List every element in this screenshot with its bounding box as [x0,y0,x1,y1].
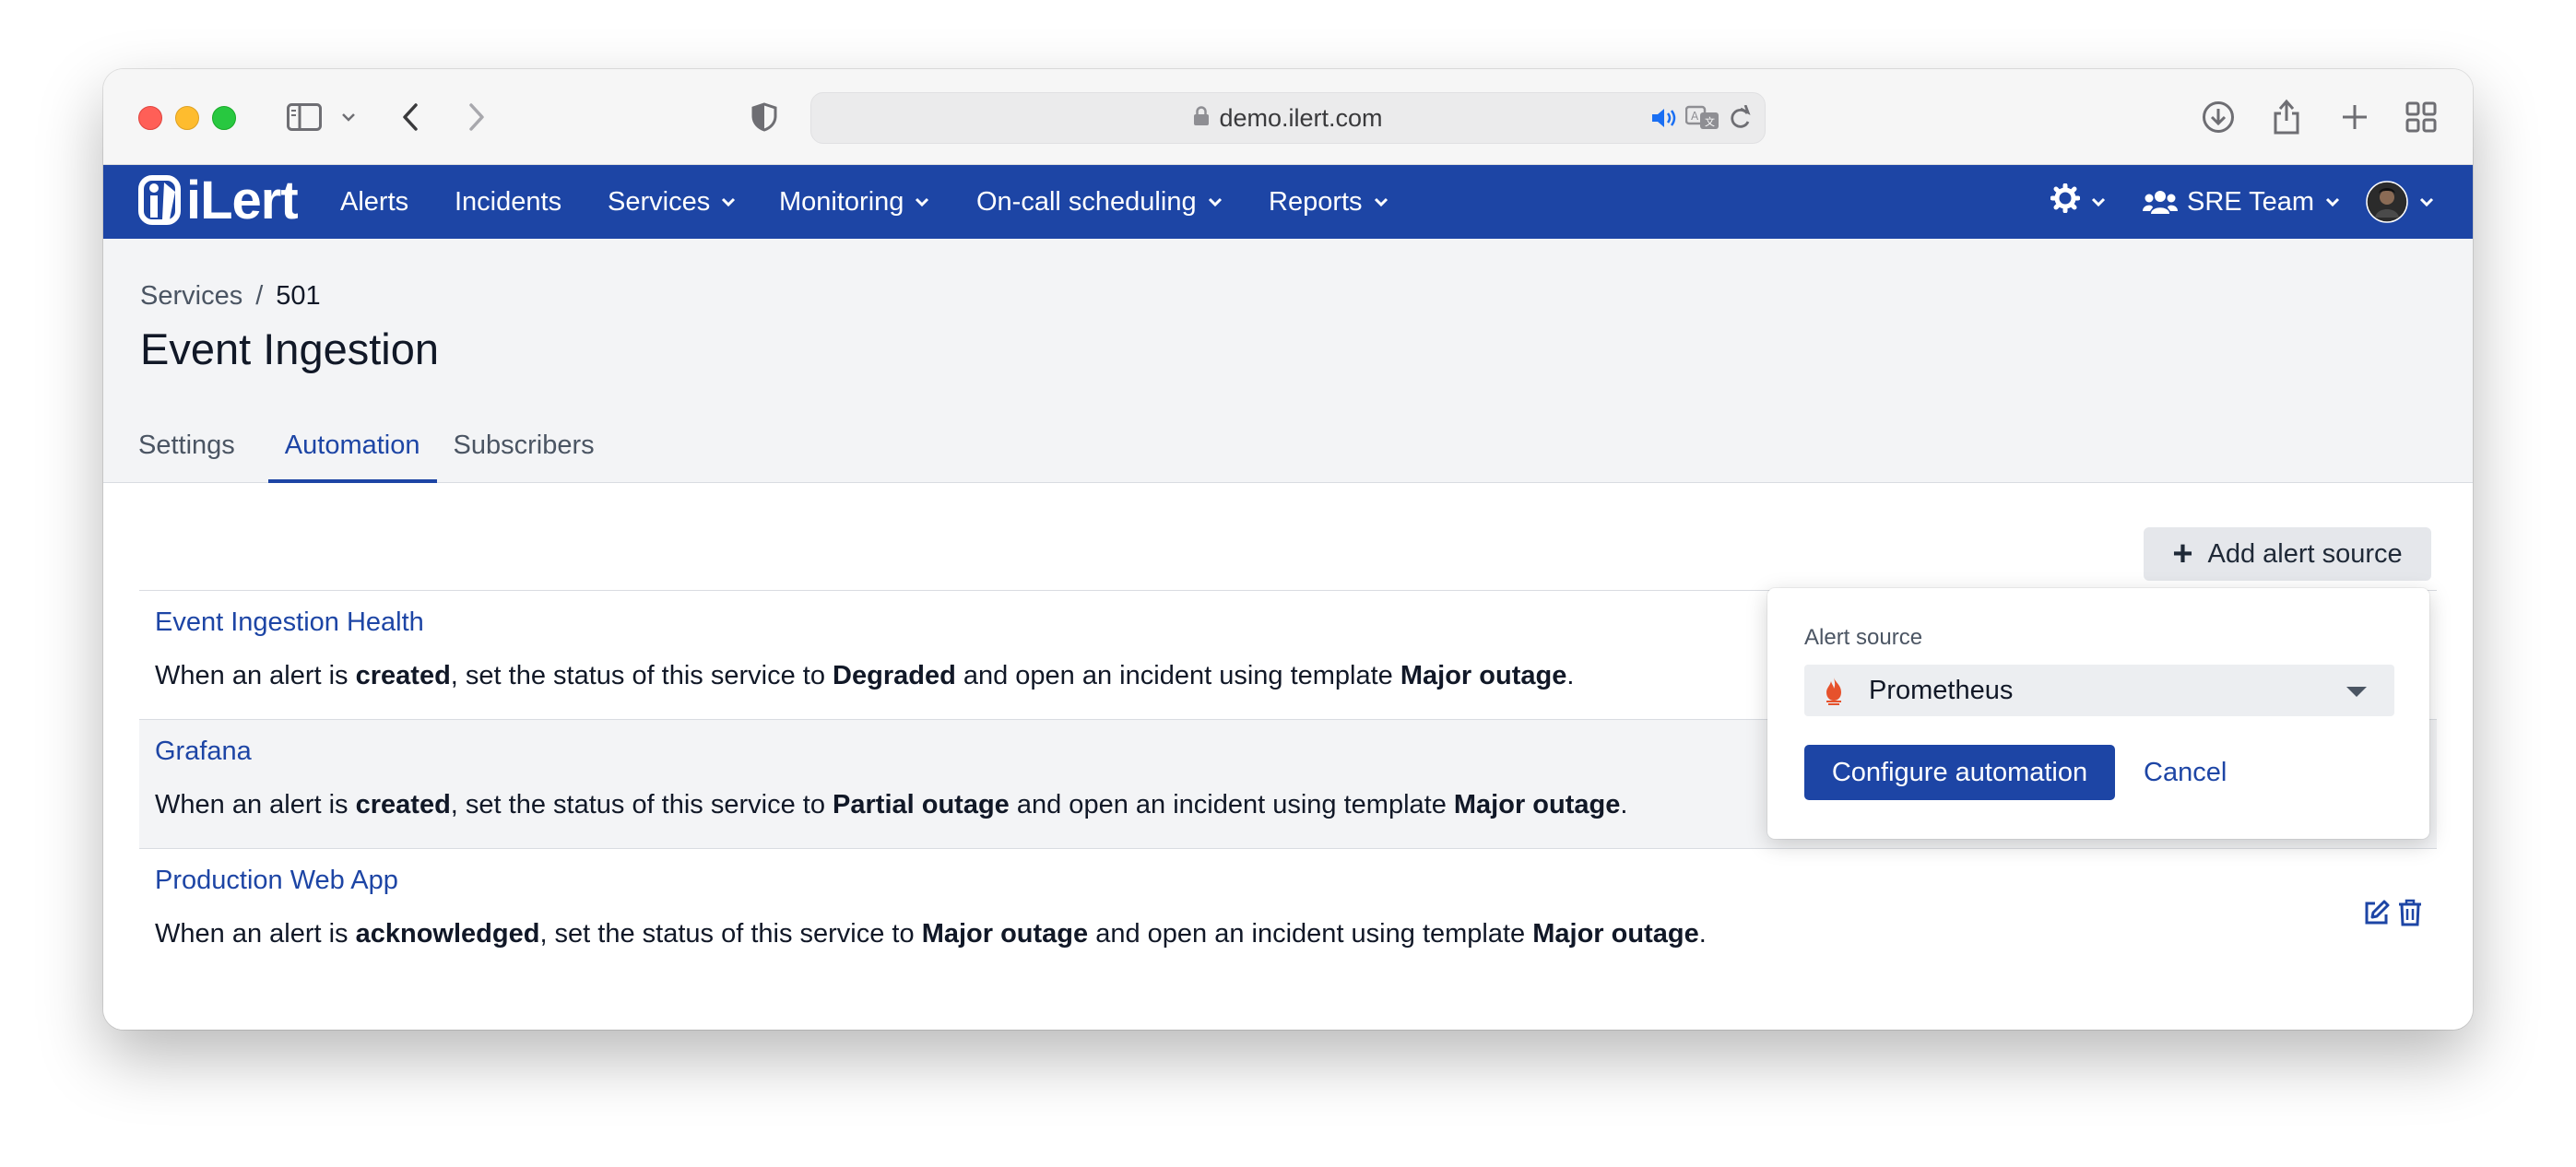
chevron-down-icon [721,197,736,206]
automation-title-link[interactable]: Production Web App [155,866,398,896]
page-title: Event Ingestion [140,324,439,373]
nav-services-label: Services [608,186,711,217]
breadcrumb: Services / 501 [140,281,321,312]
gear-icon [2050,183,2081,220]
ilert-logo[interactable]: iLert [138,170,299,230]
chevron-down-icon[interactable] [337,97,360,137]
nav-alerts-label: Alerts [340,186,409,217]
breadcrumb-services-link[interactable]: Services [140,281,242,312]
share-icon[interactable] [2268,97,2305,137]
downloads-icon[interactable] [2200,97,2237,137]
alert-source-select[interactable]: Prometheus [1804,665,2394,716]
add-alert-source-button[interactable]: + Add alert source [2144,527,2431,581]
alert-source-value: Prometheus [1869,675,2014,705]
nav-services[interactable]: Services [608,165,736,239]
team-name: SRE Team [2187,186,2315,217]
cancel-button[interactable]: Cancel [2144,745,2227,800]
nav-monitoring[interactable]: Monitoring [779,165,929,239]
ilert-logo-mark-icon [138,175,181,225]
nav-reports[interactable]: Reports [1269,165,1388,239]
settings-menu[interactable] [2050,165,2106,239]
nav-on-call-label: On-call scheduling [976,186,1197,217]
nav-on-call-scheduling[interactable]: On-call scheduling [976,165,1223,239]
minimize-window-button[interactable] [175,106,199,130]
translate-icon[interactable]: A文 [1684,104,1720,138]
row-actions [2363,899,2422,931]
sidebar-toggle-icon[interactable] [284,97,325,137]
logo-text: iLert [186,170,299,230]
breadcrumb-current: 501 [276,281,321,311]
forward-icon[interactable] [463,97,490,137]
chevron-down-icon [2419,197,2434,206]
svg-text:文: 文 [1705,115,1715,128]
tab-bar: Settings Automation Subscribers [138,423,628,483]
list-item: Production Web App When an alert is ackn… [139,848,2437,977]
new-tab-icon[interactable] [2336,97,2373,137]
tab-automation[interactable]: Automation [267,423,437,483]
privacy-shield-icon[interactable] [749,97,780,137]
trash-icon[interactable] [2398,899,2422,931]
chevron-down-icon [2325,197,2340,206]
add-alert-source-label: Add alert source [2207,538,2403,569]
tab-settings[interactable]: Settings [138,423,235,482]
edit-icon[interactable] [2363,899,2391,931]
speaker-icon[interactable] [1650,106,1678,136]
automation-title-link[interactable]: Grafana [155,737,252,767]
add-alert-source-popover: Alert source Prometheus Configure automa… [1767,588,2429,839]
chevron-down-icon [2091,197,2106,206]
nav-monitoring-label: Monitoring [779,186,904,217]
breadcrumb-separator: / [255,281,264,311]
configure-automation-button[interactable]: Configure automation [1804,745,2115,800]
zoom-window-button[interactable] [212,106,236,130]
nav-reports-label: Reports [1269,186,1363,217]
nav-alerts[interactable]: Alerts [340,165,408,239]
browser-window: demo.ilert.com A文 iLert Alerts Incidents… [103,69,2473,1030]
tab-subscribers[interactable]: Subscribers [454,423,595,482]
team-switcher[interactable]: SRE Team [2143,165,2340,239]
tab-overview-icon[interactable] [2403,97,2440,137]
address-bar[interactable]: demo.ilert.com A文 [810,92,1766,144]
app-navbar: iLert Alerts Incidents Services Monitori… [103,165,2473,239]
automation-description: When an alert is created, set the status… [155,790,1628,819]
caret-down-icon [2346,687,2367,697]
user-menu[interactable] [2366,165,2434,239]
page-header: Services / 501 Event Ingestion Settings … [103,239,2473,483]
users-icon [2143,189,2178,215]
close-window-button[interactable] [138,106,162,130]
url-text: demo.ilert.com [1219,103,1383,132]
automation-description: When an alert is acknowledged, set the s… [155,919,1707,949]
lock-icon [1193,104,1210,133]
prometheus-icon [1823,676,1845,705]
chevron-down-icon [915,197,929,206]
alert-source-label: Alert source [1804,625,1923,650]
chevron-down-icon [1208,197,1223,206]
nav-incidents-label: Incidents [455,186,562,217]
nav-incidents[interactable]: Incidents [455,165,561,239]
svg-text:A: A [1691,110,1699,123]
automation-title-link[interactable]: Event Ingestion Health [155,607,424,638]
back-icon[interactable] [396,97,424,137]
chevron-down-icon [1374,197,1388,206]
avatar [2366,181,2408,223]
automation-description: When an alert is created, set the status… [155,661,1575,690]
plus-icon: + [2172,535,2193,573]
browser-toolbar: demo.ilert.com A文 [103,69,2473,165]
reload-icon[interactable] [1728,104,1752,137]
